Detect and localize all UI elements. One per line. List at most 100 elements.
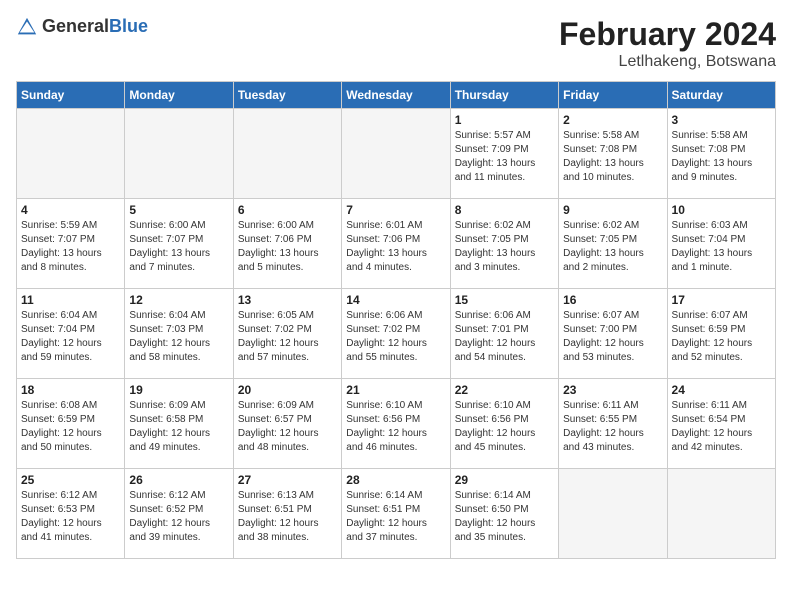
weekday-header: Monday [125, 82, 233, 109]
calendar-cell: 11 Sunrise: 6:04 AM Sunset: 7:04 PM Dayli… [17, 289, 125, 379]
weekday-header: Saturday [667, 82, 775, 109]
day-number: 16 [563, 293, 662, 307]
day-info: Sunrise: 6:09 AM Sunset: 6:58 PM Dayligh… [129, 399, 228, 455]
page-header: GeneralBlue February 2024 Letlhakeng, Bo… [16, 16, 776, 71]
day-info: Sunrise: 6:05 AM Sunset: 7:02 PM Dayligh… [238, 309, 337, 365]
day-info: Sunrise: 6:07 AM Sunset: 6:59 PM Dayligh… [672, 309, 771, 365]
calendar-cell: 22Sunrise: 6:10 AM Sunset: 6:56 PM Dayli… [450, 379, 558, 469]
day-info: Sunrise: 6:06 AM Sunset: 7:01 PM Dayligh… [455, 309, 554, 365]
calendar-cell: 23 Sunrise: 6:11 AM Sunset: 6:55 PM Dayli… [559, 379, 667, 469]
day-info: Sunrise: 6:10 AM Sunset: 6:56 PM Dayligh… [346, 399, 445, 455]
day-number: 7 [346, 203, 445, 217]
day-number: 2 [563, 113, 662, 127]
calendar-cell: 25 Sunrise: 6:12 AM Sunset: 6:53 PM Dayli… [17, 469, 125, 559]
calendar-week-row: 1 Sunrise: 5:57 AM Sunset: 7:09 PM Daylig… [17, 109, 776, 199]
calendar-cell: 19Sunrise: 6:09 AM Sunset: 6:58 PM Dayli… [125, 379, 233, 469]
day-info: Sunrise: 6:02 AM Sunset: 7:05 PM Dayligh… [563, 219, 662, 275]
day-number: 26 [129, 473, 228, 487]
day-number: 29 [455, 473, 554, 487]
day-number: 20 [238, 383, 337, 397]
weekday-header: Friday [559, 82, 667, 109]
calendar-cell: 27 Sunrise: 6:13 AM Sunset: 6:51 PM Dayli… [233, 469, 341, 559]
weekday-header: Tuesday [233, 82, 341, 109]
calendar-week-row: 18Sunrise: 6:08 AM Sunset: 6:59 PM Dayli… [17, 379, 776, 469]
day-number: 24 [672, 383, 771, 397]
day-info: Sunrise: 6:13 AM Sunset: 6:51 PM Dayligh… [238, 489, 337, 545]
day-number: 3 [672, 113, 771, 127]
day-number: 12 [129, 293, 228, 307]
day-number: 13 [238, 293, 337, 307]
calendar-table: SundayMondayTuesdayWednesdayThursdayFrid… [16, 81, 776, 559]
calendar-cell: 3 Sunrise: 5:58 AM Sunset: 7:08 PM Daylig… [667, 109, 775, 199]
day-info: Sunrise: 6:02 AM Sunset: 7:05 PM Dayligh… [455, 219, 554, 275]
calendar-cell: 29 Sunrise: 6:14 AM Sunset: 6:50 PM Dayli… [450, 469, 558, 559]
day-number: 9 [563, 203, 662, 217]
calendar-cell: 28 Sunrise: 6:14 AM Sunset: 6:51 PM Dayli… [342, 469, 450, 559]
day-info: Sunrise: 6:14 AM Sunset: 6:51 PM Dayligh… [346, 489, 445, 545]
calendar-cell: 8Sunrise: 6:02 AM Sunset: 7:05 PM Daylig… [450, 199, 558, 289]
calendar-cell: 26Sunrise: 6:12 AM Sunset: 6:52 PM Dayli… [125, 469, 233, 559]
calendar-cell: 4 Sunrise: 5:59 AM Sunset: 7:07 PM Daylig… [17, 199, 125, 289]
day-info: Sunrise: 5:58 AM Sunset: 7:08 PM Dayligh… [563, 129, 662, 185]
calendar-cell: 7 Sunrise: 6:01 AM Sunset: 7:06 PM Daylig… [342, 199, 450, 289]
location: Letlhakeng, Botswana [559, 53, 776, 71]
logo: GeneralBlue [16, 16, 148, 38]
day-info: Sunrise: 6:04 AM Sunset: 7:03 PM Dayligh… [129, 309, 228, 365]
calendar-cell [342, 109, 450, 199]
day-number: 10 [672, 203, 771, 217]
calendar-week-row: 4 Sunrise: 5:59 AM Sunset: 7:07 PM Daylig… [17, 199, 776, 289]
calendar-week-row: 25 Sunrise: 6:12 AM Sunset: 6:53 PM Dayli… [17, 469, 776, 559]
day-number: 14 [346, 293, 445, 307]
day-info: Sunrise: 6:09 AM Sunset: 6:57 PM Dayligh… [238, 399, 337, 455]
day-number: 28 [346, 473, 445, 487]
weekday-header: Thursday [450, 82, 558, 109]
calendar-cell: 5Sunrise: 6:00 AM Sunset: 7:07 PM Daylig… [125, 199, 233, 289]
day-info: Sunrise: 6:10 AM Sunset: 6:56 PM Dayligh… [455, 399, 554, 455]
calendar-cell: 2 Sunrise: 5:58 AM Sunset: 7:08 PM Daylig… [559, 109, 667, 199]
day-info: Sunrise: 6:00 AM Sunset: 7:07 PM Dayligh… [129, 219, 228, 275]
day-info: Sunrise: 6:00 AM Sunset: 7:06 PM Dayligh… [238, 219, 337, 275]
day-info: Sunrise: 6:07 AM Sunset: 7:00 PM Dayligh… [563, 309, 662, 365]
calendar-cell: 10 Sunrise: 6:03 AM Sunset: 7:04 PM Dayli… [667, 199, 775, 289]
calendar-cell: 20 Sunrise: 6:09 AM Sunset: 6:57 PM Dayli… [233, 379, 341, 469]
day-info: Sunrise: 6:12 AM Sunset: 6:53 PM Dayligh… [21, 489, 120, 545]
day-number: 11 [21, 293, 120, 307]
day-info: Sunrise: 6:03 AM Sunset: 7:04 PM Dayligh… [672, 219, 771, 275]
day-info: Sunrise: 5:59 AM Sunset: 7:07 PM Dayligh… [21, 219, 120, 275]
logo-blue: Blue [109, 16, 148, 36]
day-number: 25 [21, 473, 120, 487]
calendar-cell: 21 Sunrise: 6:10 AM Sunset: 6:56 PM Dayli… [342, 379, 450, 469]
day-info: Sunrise: 6:04 AM Sunset: 7:04 PM Dayligh… [21, 309, 120, 365]
calendar-cell: 13 Sunrise: 6:05 AM Sunset: 7:02 PM Dayli… [233, 289, 341, 379]
logo-general: General [42, 16, 109, 36]
day-info: Sunrise: 6:11 AM Sunset: 6:55 PM Dayligh… [563, 399, 662, 455]
weekday-header: Wednesday [342, 82, 450, 109]
day-info: Sunrise: 5:58 AM Sunset: 7:08 PM Dayligh… [672, 129, 771, 185]
day-info: Sunrise: 6:01 AM Sunset: 7:06 PM Dayligh… [346, 219, 445, 275]
day-info: Sunrise: 6:14 AM Sunset: 6:50 PM Dayligh… [455, 489, 554, 545]
calendar-cell [125, 109, 233, 199]
day-number: 6 [238, 203, 337, 217]
day-info: Sunrise: 5:57 AM Sunset: 7:09 PM Dayligh… [455, 129, 554, 185]
calendar-cell [667, 469, 775, 559]
calendar-cell: 16 Sunrise: 6:07 AM Sunset: 7:00 PM Dayli… [559, 289, 667, 379]
title-block: February 2024 Letlhakeng, Botswana [559, 16, 776, 71]
day-number: 27 [238, 473, 337, 487]
calendar-cell: 14Sunrise: 6:06 AM Sunset: 7:02 PM Dayli… [342, 289, 450, 379]
weekday-header: Sunday [17, 82, 125, 109]
day-number: 17 [672, 293, 771, 307]
day-number: 15 [455, 293, 554, 307]
calendar-header-row: SundayMondayTuesdayWednesdayThursdayFrid… [17, 82, 776, 109]
calendar-cell: 18Sunrise: 6:08 AM Sunset: 6:59 PM Dayli… [17, 379, 125, 469]
calendar-cell [233, 109, 341, 199]
day-number: 21 [346, 383, 445, 397]
day-number: 23 [563, 383, 662, 397]
day-info: Sunrise: 6:08 AM Sunset: 6:59 PM Dayligh… [21, 399, 120, 455]
month-year: February 2024 [559, 16, 776, 53]
calendar-cell: 12 Sunrise: 6:04 AM Sunset: 7:03 PM Dayli… [125, 289, 233, 379]
day-number: 1 [455, 113, 554, 127]
calendar-cell: 15 Sunrise: 6:06 AM Sunset: 7:01 PM Dayli… [450, 289, 558, 379]
calendar-cell [17, 109, 125, 199]
calendar-cell: 1 Sunrise: 5:57 AM Sunset: 7:09 PM Daylig… [450, 109, 558, 199]
day-number: 4 [21, 203, 120, 217]
